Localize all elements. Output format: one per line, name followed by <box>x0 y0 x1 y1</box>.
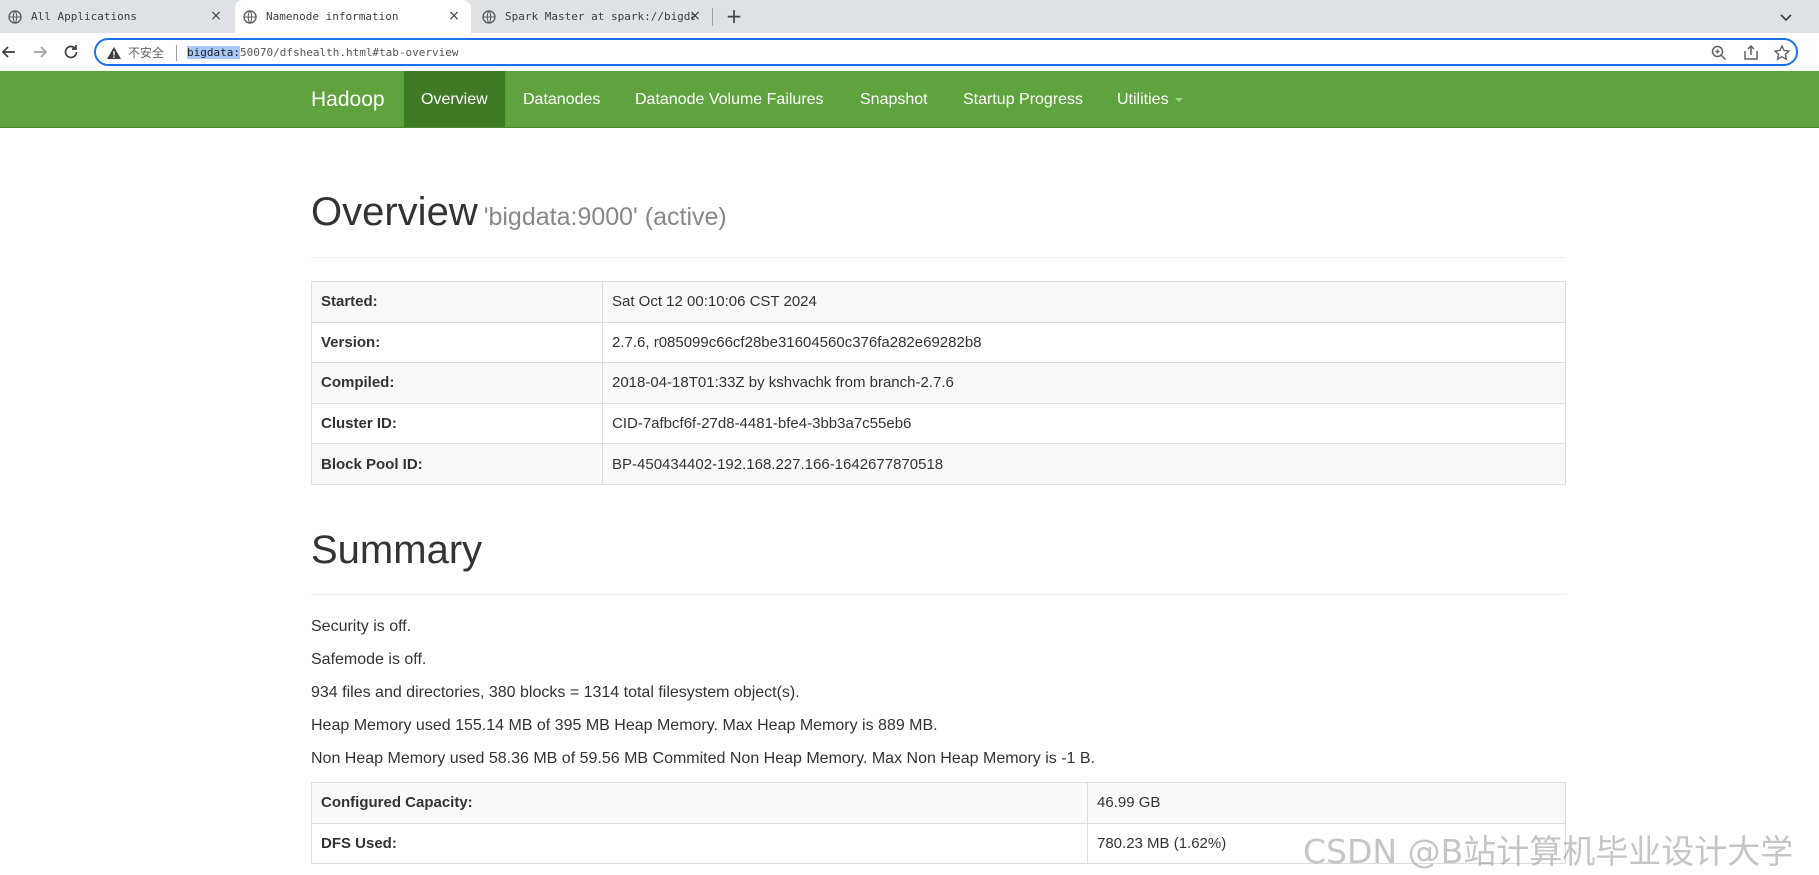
row-label: Started: <box>311 281 603 323</box>
table-row: Configured Capacity: 46.99 GB <box>311 782 1566 824</box>
zoom-icon[interactable] <box>1710 44 1728 62</box>
row-label: DFS Used: <box>311 822 1088 865</box>
non-heap-memory: Non Heap Memory used 58.36 MB of 59.56 M… <box>311 750 1096 767</box>
warning-icon[interactable] <box>106 45 122 61</box>
star-icon[interactable] <box>1773 44 1791 62</box>
row-label: Configured Capacity: <box>311 782 1088 824</box>
summary-title: Summary <box>311 528 483 572</box>
overview-subtitle: 'bigdata:9000' (active) <box>483 203 727 231</box>
reload-icon[interactable] <box>61 42 81 62</box>
overview-table: Started: Sat Oct 12 00:10:06 CST 2024 Ve… <box>311 281 1566 485</box>
address-bar[interactable]: 不安全 bigdata:50070/dfshealth.html#tab-ove… <box>94 38 1798 66</box>
row-label: Version: <box>311 321 603 364</box>
url-text[interactable]: bigdata:50070/dfshealth.html#tab-overvie… <box>187 46 459 59</box>
browser-tab-spark-master[interactable]: Spark Master at spark://bigda × <box>474 0 712 33</box>
nav-snapshot-label: Snapshot <box>860 91 928 108</box>
nav-startup-progress-label: Startup Progress <box>963 91 1084 108</box>
filesystem-objects: 934 files and directories, 380 blocks = … <box>311 684 800 701</box>
nav-snapshot[interactable]: Snapshot <box>843 71 945 127</box>
nav-utilities[interactable]: Utilities <box>1100 71 1200 127</box>
globe-icon <box>243 9 257 24</box>
nav-datanode-volume-failures[interactable]: Datanode Volume Failures <box>618 71 841 127</box>
row-value: 2.7.6, r085099c66cf28be31604560c376fa282… <box>602 321 1566 364</box>
tab-title: Spark Master at spark://bigda <box>505 10 695 23</box>
nav-utilities-label: Utilities <box>1117 91 1169 108</box>
close-tab-icon[interactable]: × <box>447 9 461 23</box>
tab-title: All Applications <box>31 10 137 23</box>
safemode-status: Safemode is off. <box>311 651 427 668</box>
close-tab-icon[interactable]: × <box>209 9 223 23</box>
nav-datanode-volume-failures-label: Datanode Volume Failures <box>635 91 824 108</box>
url-path: 50070/dfshealth.html#tab-overview <box>239 46 459 59</box>
row-label: Compiled: <box>311 362 603 404</box>
row-value: BP-450434402-192.168.227.166-16426778705… <box>602 443 1566 485</box>
row-value: 46.99 GB <box>1087 782 1566 824</box>
nav-startup-progress[interactable]: Startup Progress <box>946 71 1100 127</box>
table-row: Compiled: 2018-04-18T01:33Z by kshvachk … <box>311 362 1566 404</box>
nav-overview[interactable]: Overview <box>404 71 505 127</box>
globe-icon <box>482 9 496 24</box>
table-row: Cluster ID: CID-7afbcf6f-27d8-4481-bfe4-… <box>311 402 1566 445</box>
security-status: Security is off. <box>311 618 412 635</box>
close-tab-icon[interactable]: × <box>688 9 702 23</box>
browser-tab-namenode-information[interactable]: Namenode information × <box>235 0 471 33</box>
brand-logo-text[interactable]: Hadoop <box>311 88 385 112</box>
tab-separator <box>712 8 713 26</box>
table-row: Version: 2.7.6, r085099c66cf28be31604560… <box>311 321 1566 364</box>
row-label: Cluster ID: <box>311 402 603 445</box>
row-value: 2018-04-18T01:33Z by kshvachk from branc… <box>602 362 1566 404</box>
url-host: bigdata: <box>187 46 240 59</box>
browser-tab-strip: All Applications × Namenode information … <box>0 0 1819 33</box>
page-title: Overview'bigdata:9000' (active) <box>311 190 1566 239</box>
caret-down-icon <box>1174 97 1183 102</box>
nav-datanodes[interactable]: Datanodes <box>506 71 617 127</box>
chevron-down-icon[interactable] <box>1777 8 1795 26</box>
tab-title: Namenode information <box>266 10 399 23</box>
overview-header: Overview'bigdata:9000' (active) <box>311 190 1566 258</box>
row-label: Block Pool ID: <box>311 443 603 485</box>
globe-icon <box>8 9 22 24</box>
nav-overview-label: Overview <box>421 91 488 108</box>
row-value: CID-7afbcf6f-27d8-4481-bfe4-3bb3a7c55eb6 <box>602 402 1566 445</box>
table-row: Block Pool ID: BP-450434402-192.168.227.… <box>311 443 1566 485</box>
overview-title: Overview <box>311 190 478 234</box>
hadoop-navbar: Hadoop Overview Datanodes Datanode Volum… <box>0 71 1819 128</box>
address-divider <box>176 45 177 61</box>
forward-arrow-icon[interactable] <box>30 42 50 62</box>
summary-header: Summary <box>311 525 1566 595</box>
row-value: Sat Oct 12 00:10:06 CST 2024 <box>602 281 1566 323</box>
nav-datanodes-label: Datanodes <box>523 91 601 108</box>
watermark-text: CSDN @B站计算机毕业设计大学 <box>1303 832 1794 871</box>
table-row: Started: Sat Oct 12 00:10:06 CST 2024 <box>311 281 1566 323</box>
new-tab-button[interactable]: + <box>723 5 745 27</box>
share-icon[interactable] <box>1742 44 1760 62</box>
browser-tab-all-applications[interactable]: All Applications × <box>0 0 233 33</box>
insecure-label[interactable]: 不安全 <box>128 44 164 61</box>
back-arrow-icon[interactable] <box>0 42 20 62</box>
heap-memory: Heap Memory used 155.14 MB of 395 MB Hea… <box>311 717 938 734</box>
